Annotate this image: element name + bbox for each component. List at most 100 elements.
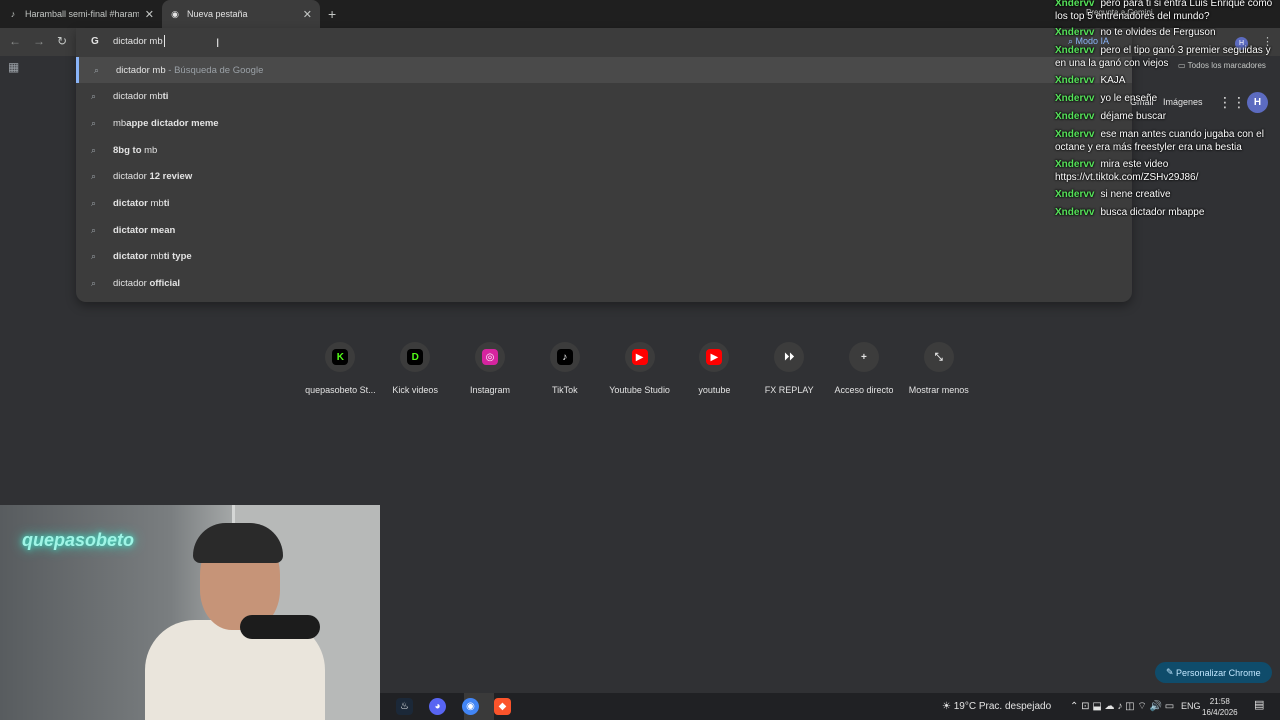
shortcut-tile[interactable]: D Kick videos — [378, 342, 453, 395]
shortcut-tile[interactable]: ⏵⏵ FX REPLAY — [752, 342, 827, 395]
search-icon: ⌕ — [91, 251, 97, 262]
chat-username: Xndervv — [1055, 159, 1095, 170]
customize-chrome-button[interactable]: ✎ Personalizar Chrome — [1155, 662, 1272, 683]
chat-message: Xndervv pero el tipo ganó 3 premier segui… — [1055, 45, 1280, 70]
suggestion-item[interactable]: ⌕ mbappe dictador meme — [76, 110, 1132, 136]
forward-arrow-icon[interactable]: → — [33, 34, 45, 48]
suggestion-item[interactable]: ⌕ dictador 12 review — [76, 164, 1132, 190]
address-bar-input[interactable]: dictador mb — [113, 35, 165, 47]
brave-icon[interactable]: ◆ — [494, 698, 511, 715]
shortcut-label: Mostrar menos — [908, 385, 969, 395]
shortcut-icon-circle: ⤡ — [923, 342, 954, 372]
suggestion-text: dictador mb - Búsqueda de Google — [116, 64, 264, 76]
customize-label: Personalizar Chrome — [1176, 667, 1261, 678]
close-tab-icon[interactable]: ✕ — [145, 8, 154, 21]
shortcut-tile[interactable]: ▶ Youtube Studio — [602, 342, 677, 395]
shortcut-label: Instagram — [469, 385, 510, 395]
weather-text: 19°C Prac. despejado — [953, 701, 1052, 712]
tab-haramball[interactable]: ♪ Haramball semi-final #harambe... ✕ — [0, 0, 162, 28]
shortcut-label: quepasobeto St... — [305, 385, 376, 395]
chat-message: Xndervv mira este video https://vt.tiktok… — [1055, 159, 1280, 184]
weather-sun-icon: ☀ — [942, 701, 954, 712]
chrome-taskbar-icon[interactable]: ◉ — [462, 698, 479, 715]
apps-grid-icon[interactable]: ▦ — [8, 60, 19, 74]
search-icon: ⌕ — [91, 144, 97, 155]
search-icon: ⌕ — [91, 91, 97, 102]
shortcut-icon: + — [861, 351, 867, 363]
shortcut-icon-circle: ▶ — [699, 342, 730, 372]
shortcut-tile[interactable]: ⤡ Mostrar menos — [901, 342, 976, 395]
suggestion-item[interactable]: ⌕ dictator mean — [76, 217, 1132, 243]
shortcut-label: Kick videos — [392, 385, 438, 395]
suggestion-item[interactable]: ⌕ 8bg to mb — [76, 137, 1132, 163]
system-tray-icons[interactable]: ⌃ ⊡ ⬓ ☁ ♪ ◫ ⌔ 🔊 ▭ — [1070, 700, 1174, 713]
search-icon: ⌕ — [91, 278, 97, 289]
shortcut-label: youtube — [698, 385, 731, 395]
google-icon: G — [91, 36, 99, 47]
chat-username: Xndervv — [1055, 93, 1095, 104]
shortcut-icon: ⤡ — [934, 351, 943, 363]
shortcut-icon-circle: K — [325, 342, 356, 372]
chat-message: Xndervv no te olvides de Ferguson — [1055, 27, 1280, 40]
shortcut-label: TikTok — [551, 385, 578, 395]
shortcut-icon: ▶ — [706, 349, 723, 365]
suggestion-item[interactable]: ⌕ dictator mbti type — [76, 244, 1132, 270]
new-tab-button[interactable]: + — [328, 6, 336, 22]
shortcut-icon-circle: ⏵⏵ — [774, 342, 805, 372]
shortcut-tile[interactable]: ♪ TikTok — [527, 342, 602, 395]
chat-username: Xndervv — [1055, 129, 1095, 140]
shortcut-tile[interactable]: + Acceso directo — [827, 342, 902, 395]
chat-username: Xndervv — [1055, 111, 1095, 122]
chrome-icon: ◉ — [171, 8, 179, 19]
shortcut-tile[interactable]: Kquepasobeto St... — [303, 342, 378, 395]
notification-center-icon[interactable]: ▤ — [1254, 698, 1264, 711]
shortcut-icon: ⏵⏵ — [784, 351, 795, 363]
search-icon: ⌕ — [91, 171, 97, 182]
streamer-headset — [193, 523, 283, 563]
chat-message: Xndervv si nene creative — [1055, 189, 1280, 202]
shortcut-icon: K — [332, 349, 349, 365]
pencil-icon: ✎ — [1166, 667, 1177, 677]
search-icon: ⌕ — [91, 117, 97, 128]
language-indicator[interactable]: ENG — [1181, 701, 1201, 711]
shortcut-icon-circle: ▶ — [624, 342, 655, 372]
shortcut-icon-circle: + — [848, 342, 879, 372]
shortcut-tile[interactable]: ▶ youtube — [677, 342, 752, 395]
shortcut-label: FX REPLAY — [764, 385, 814, 395]
shortcut-icon: D — [407, 349, 424, 365]
chat-message: Xndervv pero para ti si entra Luis Enriqu… — [1055, 0, 1280, 23]
chat-text: KAJA — [1100, 75, 1126, 86]
chat-username: Xndervv — [1055, 189, 1095, 200]
chat-text: busca dictador mbappe — [1100, 207, 1205, 218]
suggestion-text: dictador mbti — [113, 91, 169, 103]
neon-sign: quepasobeto — [22, 530, 135, 550]
chat-username: Xndervv — [1055, 75, 1095, 86]
search-icon: ⌕ — [91, 224, 97, 235]
shortcut-icon-circle: ♪ — [549, 342, 580, 372]
close-tab-icon[interactable]: ✕ — [303, 8, 312, 21]
mouse-cursor-icon: I — [216, 36, 220, 50]
chat-message: Xndervv busca dictador mbappe — [1055, 207, 1280, 220]
shortcut-label: Acceso directo — [834, 385, 894, 395]
back-arrow-icon[interactable]: ← — [9, 34, 21, 48]
suggestion-text: dictator mean — [113, 224, 176, 236]
clock[interactable]: 21:58 16/4/2026 — [1202, 696, 1238, 718]
suggestion-text: mbappe dictador meme — [113, 117, 219, 129]
suggestion-item[interactable]: ⌕ dictador mbti — [76, 84, 1132, 110]
suggestion-text: dictador official — [113, 278, 181, 290]
chat-text: yo le enseñe — [1100, 93, 1158, 104]
chat-text: si nene creative — [1100, 189, 1171, 200]
discord-icon[interactable]: ◕ — [429, 698, 446, 715]
shortcut-tile[interactable]: ◎ Instagram — [453, 342, 528, 395]
weather-widget[interactable]: ☀ 19°C Prac. despejado — [942, 701, 1051, 712]
suggestion-text: dictator mbti type — [113, 251, 192, 263]
suggestion-item[interactable]: ⌕ dictator mbti — [76, 191, 1132, 217]
typed-text: dictador mb — [113, 35, 163, 47]
reload-icon[interactable]: ↻ — [57, 34, 67, 48]
suggestion-item[interactable]: ⌕ dictador mb - Búsqueda de Google — [76, 57, 1132, 83]
chat-username: Xndervv — [1055, 207, 1095, 218]
chat-username: Xndervv — [1055, 45, 1095, 56]
steam-icon[interactable]: ♨ — [396, 698, 413, 715]
tab-nueva-pestana[interactable]: ◉ Nueva pestaña ✕ — [162, 0, 320, 28]
suggestion-item[interactable]: ⌕ dictador official — [76, 271, 1132, 297]
